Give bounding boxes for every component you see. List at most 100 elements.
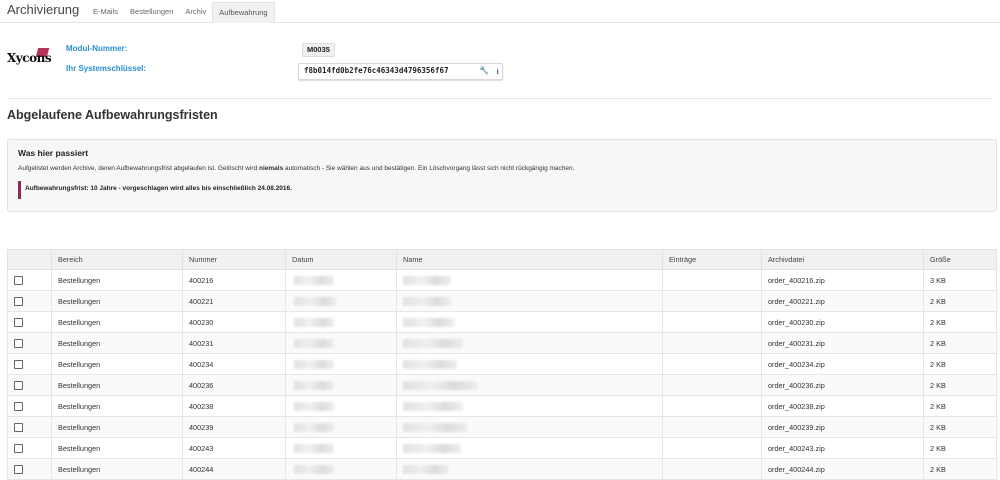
cell-name <box>396 437 663 459</box>
cell-groesse: 2 KB <box>923 353 997 375</box>
cell-archivdatei[interactable]: order_400231.zip <box>761 332 924 354</box>
cell-bereich: Bestellungen <box>51 374 183 396</box>
table-row[interactable]: Bestellungen 400244 order_400244.zip 2 KB <box>7 458 997 480</box>
row-checkbox[interactable] <box>14 359 23 369</box>
redacted-date <box>294 359 334 369</box>
row-checkbox[interactable] <box>14 275 23 285</box>
tab-aufbewahrung[interactable]: Aufbewahrung <box>212 2 275 23</box>
cell-nummer: 400216 <box>182 269 286 291</box>
row-checkbox[interactable] <box>14 338 23 348</box>
table-row[interactable]: Bestellungen 400243 order_400243.zip 2 KB <box>7 437 997 459</box>
redacted-date <box>294 275 334 285</box>
table-row[interactable]: Bestellungen 400239 order_400239.zip 2 KB <box>7 416 997 438</box>
system-key-label: Ihr Systemschlüssel: <box>66 64 147 73</box>
redacted-name <box>403 401 463 411</box>
cell-nummer: 400244 <box>182 458 286 480</box>
cell-nummer: 400221 <box>182 290 286 312</box>
cell-nummer: 400234 <box>182 353 286 375</box>
table-row[interactable]: Bestellungen 400234 order_400234.zip 2 KB <box>7 353 997 375</box>
cell-datum <box>285 437 397 459</box>
cell-datum <box>285 458 397 480</box>
col-groesse[interactable]: Größe <box>923 249 997 270</box>
cell-eintraege <box>662 332 762 354</box>
cell-nummer: 400239 <box>182 416 286 438</box>
row-checkbox[interactable] <box>14 464 23 474</box>
cell-name <box>396 353 663 375</box>
cell-bereich: Bestellungen <box>51 290 183 312</box>
section-title: Abgelaufene Aufbewahrungsfristen <box>7 108 218 122</box>
row-select-cell <box>7 437 52 459</box>
tab-bestellungen[interactable]: Bestellungen <box>124 2 179 22</box>
cell-archivdatei[interactable]: order_400244.zip <box>761 458 924 480</box>
cell-datum <box>285 395 397 417</box>
redacted-name <box>403 380 477 390</box>
row-select-cell <box>7 353 52 375</box>
download-icon[interactable]: ⭳ <box>496 66 499 80</box>
tab-archiv[interactable]: Archiv <box>179 2 212 22</box>
cell-groesse: 2 KB <box>923 395 997 417</box>
cell-archivdatei[interactable]: order_400239.zip <box>761 416 924 438</box>
top-bar: Archivierung E-Mails Bestellungen Archiv… <box>0 0 1000 23</box>
cell-archivdatei[interactable]: order_400230.zip <box>761 311 924 333</box>
col-archivdatei[interactable]: Archivdatei <box>761 249 924 270</box>
col-bereich[interactable]: Bereich <box>51 249 183 270</box>
tab-bar: E-Mails Bestellungen Archiv Aufbewahrung <box>87 0 275 23</box>
cell-name <box>396 374 663 396</box>
row-checkbox[interactable] <box>14 443 23 453</box>
row-checkbox[interactable] <box>14 317 23 327</box>
notice-text: Aufgelistet werden Archive, deren Aufbew… <box>18 165 575 172</box>
cell-archivdatei[interactable]: order_400238.zip <box>761 395 924 417</box>
cell-name <box>396 311 663 333</box>
retention-hint: Aufbewahrungsfrist: 10 Jahre - vorgeschl… <box>25 185 292 192</box>
cell-groesse: 3 KB <box>923 269 997 291</box>
wrench-icon[interactable]: 🔧 <box>479 66 489 75</box>
redacted-name <box>403 317 455 327</box>
cell-archivdatei[interactable]: order_400234.zip <box>761 353 924 375</box>
cell-bereich: Bestellungen <box>51 332 183 354</box>
redacted-name <box>403 296 451 306</box>
cell-groesse: 2 KB <box>923 374 997 396</box>
cell-eintraege <box>662 437 762 459</box>
row-checkbox[interactable] <box>14 401 23 411</box>
table-row[interactable]: Bestellungen 400231 order_400231.zip 2 KB <box>7 332 997 354</box>
tab-emails[interactable]: E-Mails <box>87 2 124 22</box>
cell-bereich: Bestellungen <box>51 353 183 375</box>
module-number-label: Modul-Nummer: <box>66 44 128 53</box>
cell-datum <box>285 374 397 396</box>
table-row[interactable]: Bestellungen 400238 order_400238.zip 2 KB <box>7 395 997 417</box>
row-checkbox[interactable] <box>14 380 23 390</box>
col-datum[interactable]: Datum <box>285 249 397 270</box>
col-eintraege[interactable]: Einträge <box>662 249 762 270</box>
table-row[interactable]: Bestellungen 400236 order_400236.zip 2 KB <box>7 374 997 396</box>
cell-name <box>396 269 663 291</box>
row-checkbox[interactable] <box>14 422 23 432</box>
expired-archives-table: Bereich Nummer Datum Name Einträge Archi… <box>7 249 997 480</box>
col-nummer[interactable]: Nummer <box>182 249 286 270</box>
cell-name <box>396 332 663 354</box>
cell-bereich: Bestellungen <box>51 458 183 480</box>
col-name[interactable]: Name <box>396 249 663 270</box>
redacted-date <box>294 338 334 348</box>
cell-datum <box>285 332 397 354</box>
xycons-logo: Xycons <box>7 45 57 71</box>
cell-bereich: Bestellungen <box>51 437 183 459</box>
row-checkbox[interactable] <box>14 296 23 306</box>
table-row[interactable]: Bestellungen 400221 order_400221.zip 2 KB <box>7 290 997 312</box>
cell-archivdatei[interactable]: order_400221.zip <box>761 290 924 312</box>
cell-name <box>396 416 663 438</box>
redacted-date <box>294 380 334 390</box>
redacted-name <box>403 359 457 369</box>
row-select-cell <box>7 374 52 396</box>
cell-eintraege <box>662 353 762 375</box>
cell-eintraege <box>662 311 762 333</box>
redacted-date <box>294 317 334 327</box>
cell-archivdatei[interactable]: order_400216.zip <box>761 269 924 291</box>
table-row[interactable]: Bestellungen 400230 order_400230.zip 2 KB <box>7 311 997 333</box>
cell-archivdatei[interactable]: order_400236.zip <box>761 374 924 396</box>
table-row[interactable]: Bestellungen 400216 order_400216.zip 3 KB <box>7 269 997 291</box>
system-key-value: f8b014fd0b2fe76c46343d4796356f67 <box>304 66 449 75</box>
cell-eintraege <box>662 395 762 417</box>
cell-archivdatei[interactable]: order_400243.zip <box>761 437 924 459</box>
module-number-value: M0035 <box>302 43 335 57</box>
cell-name <box>396 458 663 480</box>
